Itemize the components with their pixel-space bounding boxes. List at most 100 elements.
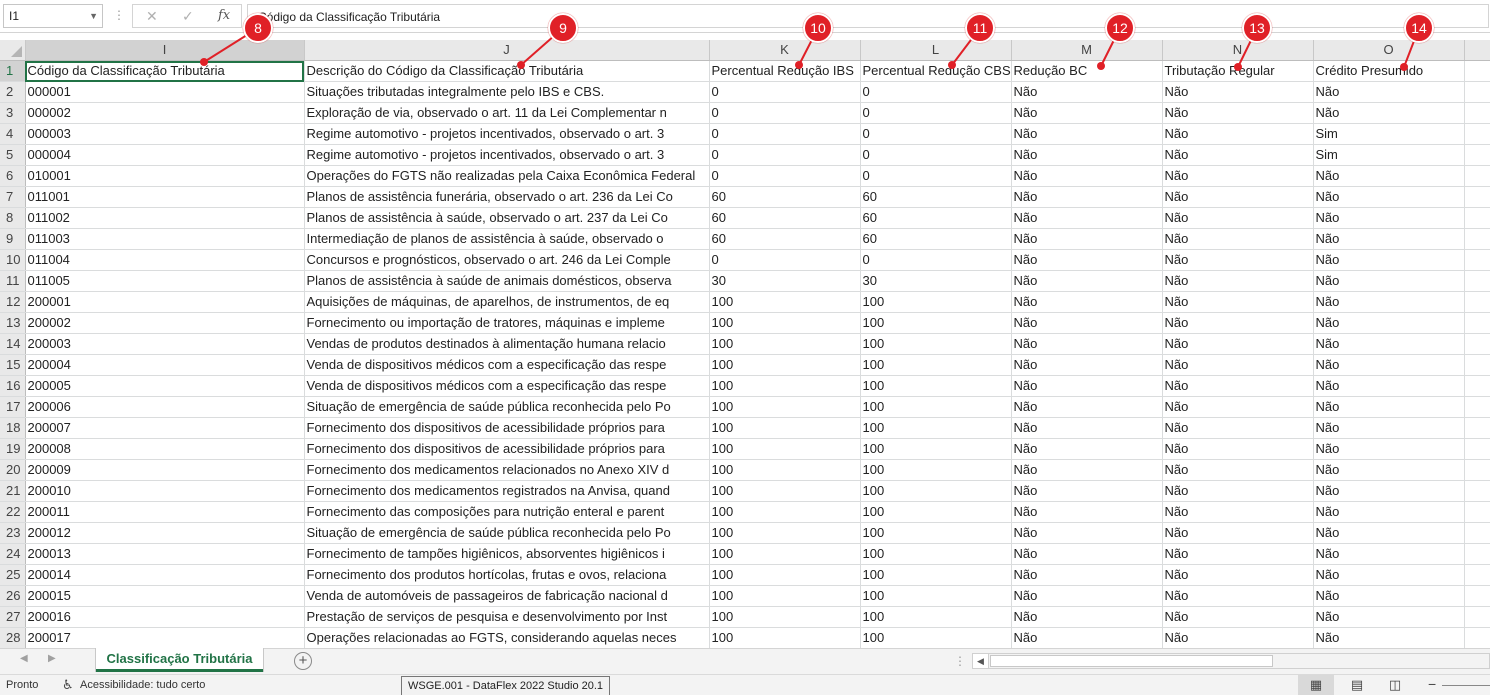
cell-m3[interactable]: Não bbox=[1011, 102, 1163, 124]
cell-l2[interactable]: 0 bbox=[860, 81, 1012, 103]
cell-blank[interactable] bbox=[1464, 627, 1490, 648]
cell-i10[interactable]: 011004 bbox=[25, 249, 305, 271]
cell-o28[interactable]: Não bbox=[1313, 627, 1465, 648]
cell-o27[interactable]: Não bbox=[1313, 606, 1465, 628]
cell-k18[interactable]: 100 bbox=[709, 417, 861, 439]
column-header-l[interactable]: L bbox=[860, 40, 1012, 61]
cell-l15[interactable]: 100 bbox=[860, 354, 1012, 376]
cell-i2[interactable]: 000001 bbox=[25, 81, 305, 103]
cell-m11[interactable]: Não bbox=[1011, 270, 1163, 292]
cell-i15[interactable]: 200004 bbox=[25, 354, 305, 376]
cell-o25[interactable]: Não bbox=[1313, 564, 1465, 586]
fx-icon[interactable]: fx bbox=[218, 8, 230, 23]
cell-j18[interactable]: Fornecimento dos dispositivos de acessib… bbox=[304, 417, 710, 439]
name-box[interactable]: I1 ▼ bbox=[3, 4, 103, 28]
page-break-icon[interactable]: ◫ bbox=[1385, 675, 1405, 695]
row-header[interactable]: 10 bbox=[0, 249, 26, 271]
row-header[interactable]: 2 bbox=[0, 81, 26, 103]
cell-o19[interactable]: Não bbox=[1313, 438, 1465, 460]
cell-l27[interactable]: 100 bbox=[860, 606, 1012, 628]
cell-m23[interactable]: Não bbox=[1011, 522, 1163, 544]
row-header[interactable]: 11 bbox=[0, 270, 26, 292]
cell-l9[interactable]: 60 bbox=[860, 228, 1012, 250]
cell-l5[interactable]: 0 bbox=[860, 144, 1012, 166]
cell-m26[interactable]: Não bbox=[1011, 585, 1163, 607]
cell-m22[interactable]: Não bbox=[1011, 501, 1163, 523]
cell-j26[interactable]: Venda de automóveis de passageiros de fa… bbox=[304, 585, 710, 607]
cell-m18[interactable]: Não bbox=[1011, 417, 1163, 439]
cell-j10[interactable]: Concursos e prognósticos, observado o ar… bbox=[304, 249, 710, 271]
cell-l19[interactable]: 100 bbox=[860, 438, 1012, 460]
cell-m21[interactable]: Não bbox=[1011, 480, 1163, 502]
cell-blank[interactable] bbox=[1464, 333, 1490, 355]
cell-m8[interactable]: Não bbox=[1011, 207, 1163, 229]
row-header[interactable]: 18 bbox=[0, 417, 26, 439]
cell-k25[interactable]: 100 bbox=[709, 564, 861, 586]
cell-j19[interactable]: Fornecimento dos dispositivos de acessib… bbox=[304, 438, 710, 460]
cell-m25[interactable]: Não bbox=[1011, 564, 1163, 586]
cell-blank[interactable] bbox=[1464, 165, 1490, 187]
cell-o5[interactable]: Sim bbox=[1313, 144, 1465, 166]
name-box-dropdown-icon[interactable]: ▼ bbox=[89, 11, 98, 21]
cell-k6[interactable]: 0 bbox=[709, 165, 861, 187]
cell-m1[interactable]: Redução BC bbox=[1011, 60, 1163, 82]
cell-l26[interactable]: 100 bbox=[860, 585, 1012, 607]
cell-j2[interactable]: Situações tributadas integralmente pelo … bbox=[304, 81, 710, 103]
cell-blank[interactable] bbox=[1464, 480, 1490, 502]
cell-blank[interactable] bbox=[1464, 186, 1490, 208]
formula-input[interactable]: Código da Classificação Tributária bbox=[247, 4, 1489, 28]
cell-i24[interactable]: 200013 bbox=[25, 543, 305, 565]
cell-blank[interactable] bbox=[1464, 501, 1490, 523]
cell-blank[interactable] bbox=[1464, 144, 1490, 166]
cell-i16[interactable]: 200005 bbox=[25, 375, 305, 397]
cell-n18[interactable]: Não bbox=[1162, 417, 1314, 439]
cell-k27[interactable]: 100 bbox=[709, 606, 861, 628]
row-header[interactable]: 20 bbox=[0, 459, 26, 481]
row-header[interactable]: 16 bbox=[0, 375, 26, 397]
column-header-k[interactable]: K bbox=[709, 40, 861, 61]
cell-i22[interactable]: 200011 bbox=[25, 501, 305, 523]
cell-blank[interactable] bbox=[1464, 459, 1490, 481]
cell-n10[interactable]: Não bbox=[1162, 249, 1314, 271]
cell-k19[interactable]: 100 bbox=[709, 438, 861, 460]
cell-l23[interactable]: 100 bbox=[860, 522, 1012, 544]
cell-j28[interactable]: Operações relacionadas ao FGTS, consider… bbox=[304, 627, 710, 648]
column-header-n[interactable]: N bbox=[1162, 40, 1314, 61]
row-header[interactable]: 1 bbox=[0, 60, 26, 82]
cell-blank[interactable] bbox=[1464, 207, 1490, 229]
row-header[interactable]: 4 bbox=[0, 123, 26, 145]
cell-m15[interactable]: Não bbox=[1011, 354, 1163, 376]
zoom-slider[interactable] bbox=[1442, 685, 1490, 686]
row-header[interactable]: 26 bbox=[0, 585, 26, 607]
cell-j3[interactable]: Exploração de via, observado o art. 11 d… bbox=[304, 102, 710, 124]
cell-i6[interactable]: 010001 bbox=[25, 165, 305, 187]
cell-m13[interactable]: Não bbox=[1011, 312, 1163, 334]
cell-blank[interactable] bbox=[1464, 543, 1490, 565]
cell-blank[interactable] bbox=[1464, 81, 1490, 103]
column-header-j[interactable]: J bbox=[304, 40, 710, 61]
cell-i3[interactable]: 000002 bbox=[25, 102, 305, 124]
cell-k15[interactable]: 100 bbox=[709, 354, 861, 376]
cell-k26[interactable]: 100 bbox=[709, 585, 861, 607]
cell-n9[interactable]: Não bbox=[1162, 228, 1314, 250]
cell-k23[interactable]: 100 bbox=[709, 522, 861, 544]
cell-i19[interactable]: 200008 bbox=[25, 438, 305, 460]
cell-n19[interactable]: Não bbox=[1162, 438, 1314, 460]
cell-blank[interactable] bbox=[1464, 291, 1490, 313]
cell-j7[interactable]: Planos de assistência funerária, observa… bbox=[304, 186, 710, 208]
cell-j21[interactable]: Fornecimento dos medicamentos registrado… bbox=[304, 480, 710, 502]
cell-n26[interactable]: Não bbox=[1162, 585, 1314, 607]
cell-k10[interactable]: 0 bbox=[709, 249, 861, 271]
row-header[interactable]: 28 bbox=[0, 627, 26, 648]
cell-l24[interactable]: 100 bbox=[860, 543, 1012, 565]
cell-m9[interactable]: Não bbox=[1011, 228, 1163, 250]
row-header[interactable]: 25 bbox=[0, 564, 26, 586]
cell-n20[interactable]: Não bbox=[1162, 459, 1314, 481]
cell-i12[interactable]: 200001 bbox=[25, 291, 305, 313]
page-layout-icon[interactable]: ▤ bbox=[1347, 675, 1367, 695]
cell-m20[interactable]: Não bbox=[1011, 459, 1163, 481]
cell-o10[interactable]: Não bbox=[1313, 249, 1465, 271]
cell-j1[interactable]: Descrição do Código da Classificação Tri… bbox=[304, 60, 710, 82]
cell-j25[interactable]: Fornecimento dos produtos hortícolas, fr… bbox=[304, 564, 710, 586]
cell-blank[interactable] bbox=[1464, 438, 1490, 460]
